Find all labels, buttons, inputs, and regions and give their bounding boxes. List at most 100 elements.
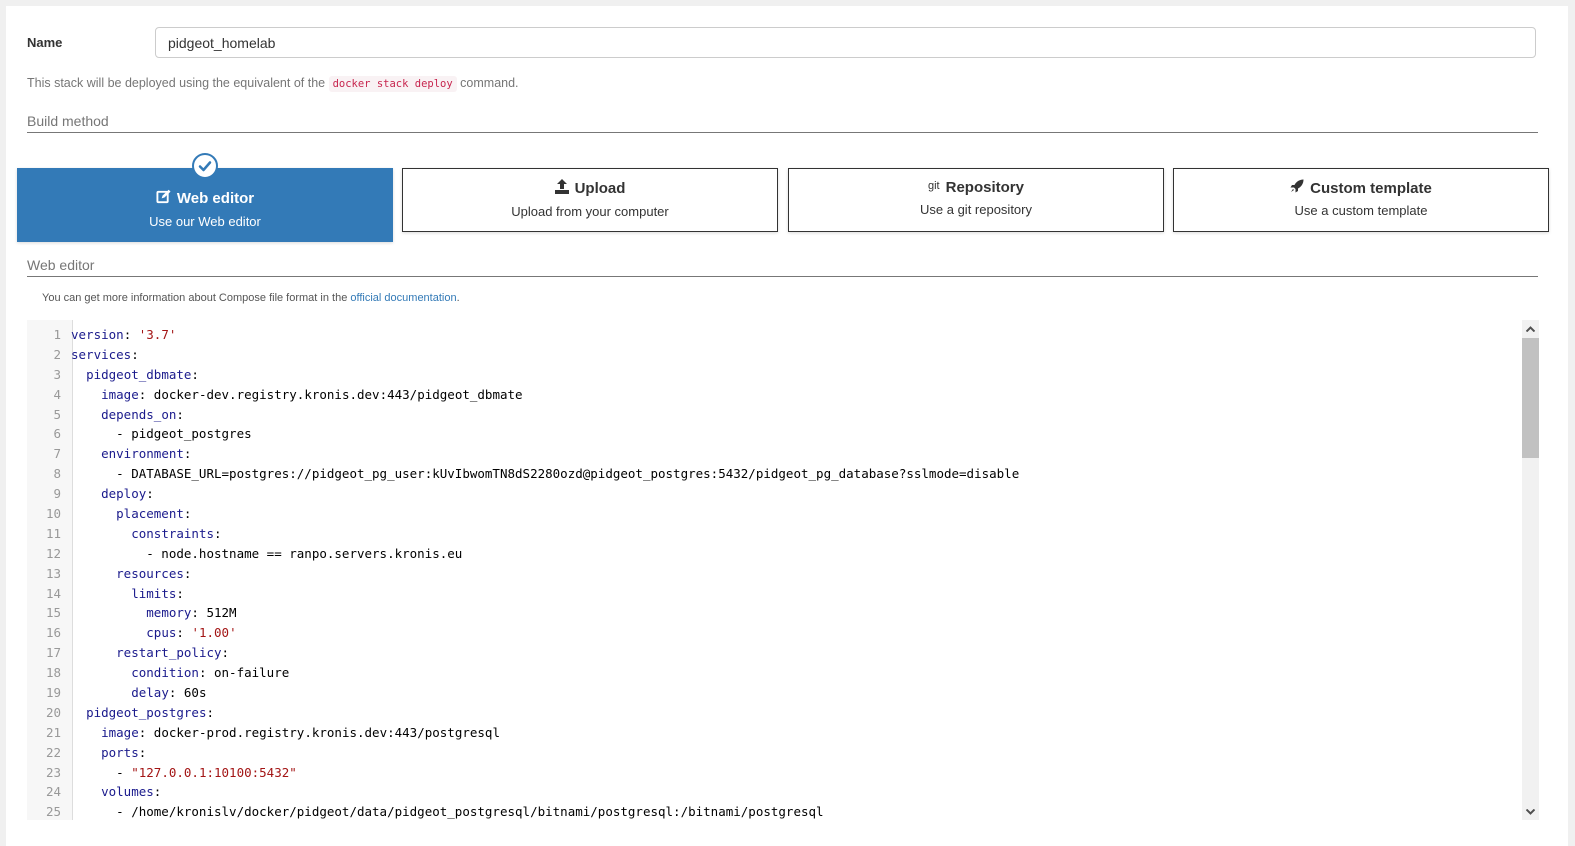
scrollbar-thumb[interactable] bbox=[1522, 338, 1539, 458]
yaml-key: pidgeot_dbmate bbox=[86, 366, 192, 382]
line-number: 1 bbox=[53, 327, 61, 342]
line-number: 9 bbox=[53, 486, 61, 502]
build-method-title: Repository bbox=[945, 179, 1024, 196]
yaml-key: image bbox=[101, 724, 139, 740]
line-number: 24 bbox=[45, 784, 61, 800]
selected-check-icon bbox=[192, 153, 218, 179]
yaml-string: '3.7' bbox=[138, 327, 177, 342]
line-number: 12 bbox=[45, 545, 61, 561]
code-text: delay: 60s bbox=[69, 683, 206, 703]
yaml-text: : bbox=[206, 704, 215, 720]
code-text: image: docker-dev.registry.kronis.dev:44… bbox=[69, 385, 523, 405]
code-line[interactable]: 4 image: docker-dev.registry.kronis.dev:… bbox=[27, 385, 1519, 405]
line-number: 15 bbox=[45, 605, 61, 621]
code-lines[interactable]: 1 version: '3.7' 2 services: 3 pidgeot_dbmat… bbox=[27, 325, 1519, 820]
code-text: version: '3.7' bbox=[69, 325, 176, 345]
code-line[interactable]: 7 environment: bbox=[27, 444, 1519, 464]
code-text: - node.hostname == ranpo.servers.kronis.… bbox=[69, 544, 462, 564]
line-number: 21 bbox=[45, 724, 61, 740]
code-line[interactable]: 5 depends_on: bbox=[27, 405, 1519, 425]
official-documentation-link[interactable]: official documentation bbox=[350, 292, 456, 304]
code-line[interactable]: 14 limits: bbox=[27, 584, 1519, 604]
yaml-text: : docker-dev.registry.kronis.dev:443/pid… bbox=[138, 386, 523, 402]
rocket-icon bbox=[1290, 179, 1304, 197]
compose-info-text: You can get more information about Compo… bbox=[42, 292, 351, 304]
line-number: 22 bbox=[45, 744, 61, 760]
code-text: limits: bbox=[69, 584, 184, 604]
code-line[interactable]: 24 volumes: bbox=[27, 782, 1519, 802]
yaml-key: environment bbox=[101, 446, 184, 462]
yaml-key: restart_policy bbox=[116, 645, 222, 661]
code-line[interactable]: 8 - DATABASE_URL=postgres://pidgeot_pg_u… bbox=[27, 464, 1519, 484]
yaml-key: image bbox=[101, 386, 139, 402]
yaml-text: : bbox=[183, 446, 192, 462]
code-text: environment: bbox=[69, 444, 191, 464]
code-line[interactable]: 20 pidgeot_postgres: bbox=[27, 703, 1519, 723]
code-line[interactable]: 16 cpus: '1.00' bbox=[27, 623, 1519, 643]
yaml-string: "127.0.0.1:10100:5432" bbox=[131, 764, 297, 780]
code-line[interactable]: 12 - node.hostname == ranpo.servers.kron… bbox=[27, 544, 1519, 564]
code-text: image: docker-prod.registry.kronis.dev:4… bbox=[69, 723, 500, 743]
code-line[interactable]: 10 placement: bbox=[27, 504, 1519, 524]
yaml-text: : bbox=[146, 486, 154, 502]
build-method-custom-template[interactable]: Custom template Use a custom template bbox=[1173, 168, 1549, 232]
yaml-key: volumes bbox=[101, 784, 154, 800]
yaml-text: : bbox=[123, 327, 139, 342]
yaml-text bbox=[71, 367, 86, 382]
yaml-key: memory bbox=[146, 605, 192, 621]
line-number: 8 bbox=[53, 466, 61, 482]
code-text: - "127.0.0.1:10100:5432" bbox=[69, 763, 297, 783]
code-line[interactable]: 3 pidgeot_dbmate: bbox=[27, 365, 1519, 385]
yaml-text: : on-failure bbox=[198, 665, 290, 681]
code-line[interactable]: 13 resources: bbox=[27, 564, 1519, 584]
build-method-repository[interactable]: git Repository Use a git repository bbox=[788, 168, 1164, 232]
yaml-key: pidgeot_postgres bbox=[86, 704, 207, 720]
scroll-down-icon[interactable] bbox=[1522, 803, 1539, 820]
stack-name-input[interactable] bbox=[155, 27, 1536, 58]
code-text: deploy: bbox=[69, 484, 154, 504]
build-method-subtitle: Use a custom template bbox=[1294, 203, 1428, 218]
code-text: services: bbox=[69, 345, 139, 365]
code-text: memory: 512M bbox=[69, 603, 236, 623]
yaml-text: : bbox=[221, 645, 230, 661]
name-label: Name bbox=[27, 35, 63, 50]
code-text: placement: bbox=[69, 504, 191, 524]
build-method-web-editor[interactable]: Web editor Use our Web editor bbox=[17, 153, 393, 242]
code-text: restart_policy: bbox=[69, 643, 229, 663]
yaml-text bbox=[71, 745, 101, 760]
code-line[interactable]: 23 - "127.0.0.1:10100:5432" bbox=[27, 763, 1519, 783]
code-line[interactable]: 1 version: '3.7' bbox=[27, 325, 1519, 345]
yaml-key: ports bbox=[101, 744, 139, 760]
code-line[interactable]: 2 services: bbox=[27, 345, 1519, 365]
code-line[interactable]: 19 delay: 60s bbox=[27, 683, 1519, 703]
code-text: ports: bbox=[69, 743, 146, 763]
yaml-key: version bbox=[71, 327, 124, 342]
code-line[interactable]: 17 restart_policy: bbox=[27, 643, 1519, 663]
line-number: 14 bbox=[45, 585, 61, 601]
code-line[interactable]: 11 constraints: bbox=[27, 524, 1519, 544]
code-line[interactable]: 6 - pidgeot_postgres bbox=[27, 424, 1519, 444]
code-line[interactable]: 22 ports: bbox=[27, 743, 1519, 763]
code-text: cpus: '1.00' bbox=[69, 623, 237, 643]
yaml-text bbox=[71, 665, 131, 680]
code-text: pidgeot_dbmate: bbox=[69, 365, 199, 385]
scroll-up-icon[interactable] bbox=[1522, 320, 1539, 337]
code-line[interactable]: 9 deploy: bbox=[27, 484, 1519, 504]
code-line[interactable]: 15 memory: 512M bbox=[27, 603, 1519, 623]
code-text: - pidgeot_postgres bbox=[69, 424, 251, 444]
line-number: 7 bbox=[53, 446, 61, 462]
line-number: 18 bbox=[45, 665, 61, 681]
line-number: 17 bbox=[45, 645, 61, 661]
yaml-string: '1.00' bbox=[191, 625, 237, 641]
line-number: 13 bbox=[45, 565, 61, 581]
code-line[interactable]: 18 condition: on-failure bbox=[27, 663, 1519, 683]
code-line[interactable]: 25 - /home/kronislv/docker/pidgeot/data/… bbox=[27, 802, 1519, 820]
yaml-text bbox=[71, 486, 101, 501]
yaml-key: depends_on bbox=[101, 406, 177, 422]
build-method-upload[interactable]: Upload Upload from your computer bbox=[402, 168, 778, 232]
editor-scrollbar[interactable] bbox=[1522, 320, 1539, 820]
yaml-text: : bbox=[183, 565, 192, 581]
code-editor[interactable]: 1 version: '3.7' 2 services: 3 pidgeot_dbmat… bbox=[27, 320, 1539, 820]
yaml-text bbox=[71, 705, 86, 720]
code-line[interactable]: 21 image: docker-prod.registry.kronis.de… bbox=[27, 723, 1519, 743]
